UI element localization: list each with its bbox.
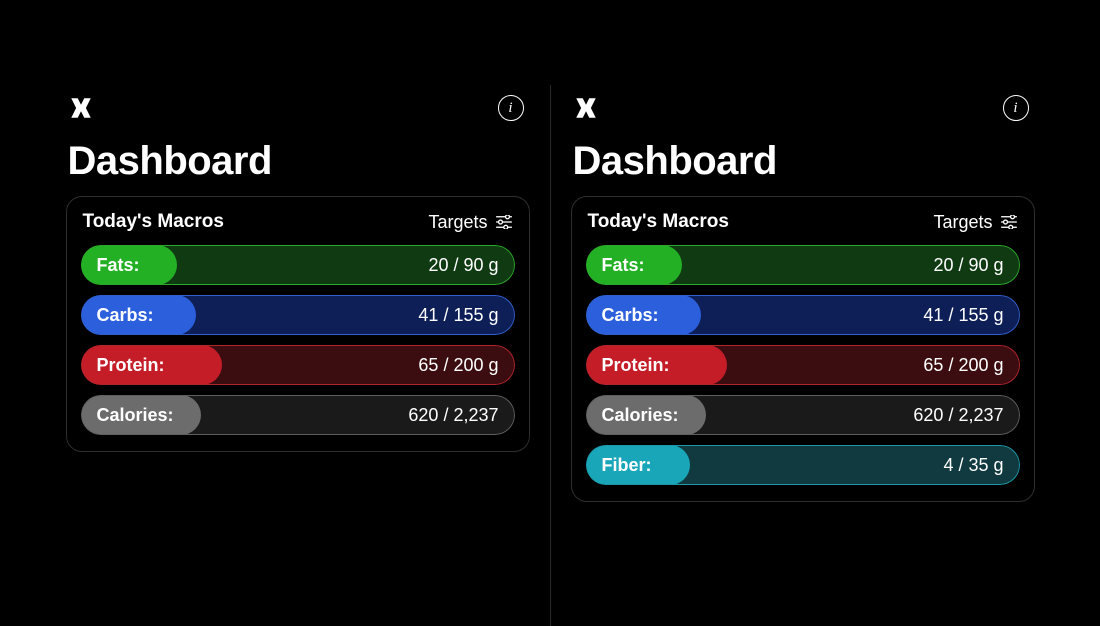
macro-label: Carbs: [602, 305, 659, 326]
macro-label: Fats: [97, 255, 140, 276]
macro-row-protein[interactable]: Protein: 65 / 200 g [586, 345, 1020, 385]
macro-label: Fiber: [602, 455, 652, 476]
macro-label: Carbs: [97, 305, 154, 326]
dashboard-panel-with-fiber: i Dashboard Today's Macros Targets Fa [563, 95, 1043, 502]
macro-value: 620 / 2,237 [913, 405, 1003, 426]
macro-row-fats[interactable]: Fats: 20 / 90 g [81, 245, 515, 285]
macro-label: Calories: [602, 405, 679, 426]
targets-button[interactable]: Targets [428, 212, 512, 233]
macro-value: 20 / 90 g [933, 255, 1003, 276]
targets-button[interactable]: Targets [933, 212, 1017, 233]
macros-card: Today's Macros Targets Fats: 20 / 90 g [66, 196, 530, 452]
info-icon: i [508, 101, 512, 116]
macro-value: 620 / 2,237 [408, 405, 498, 426]
card-header: Today's Macros Targets [586, 211, 1020, 233]
dashboard-panel-basic: i Dashboard Today's Macros Targets Fa [58, 95, 538, 452]
macro-row-fiber[interactable]: Fiber: 4 / 35 g [586, 445, 1020, 485]
macro-value: 4 / 35 g [943, 455, 1003, 476]
card-title: Today's Macros [588, 211, 729, 233]
logo-icon [573, 95, 599, 121]
info-button[interactable]: i [1003, 95, 1029, 121]
macro-value: 65 / 200 g [418, 355, 498, 376]
macro-row-carbs[interactable]: Carbs: 41 / 155 g [81, 295, 515, 335]
macros-card: Today's Macros Targets Fats: 20 / 90 g [571, 196, 1035, 502]
app-logo [573, 95, 599, 121]
targets-label: Targets [428, 212, 487, 233]
card-title: Today's Macros [83, 211, 224, 233]
card-header: Today's Macros Targets [81, 211, 515, 233]
macro-row-fats[interactable]: Fats: 20 / 90 g [586, 245, 1020, 285]
macro-label: Protein: [97, 355, 165, 376]
info-icon: i [1013, 101, 1017, 116]
macro-row-carbs[interactable]: Carbs: 41 / 155 g [586, 295, 1020, 335]
app-logo [68, 95, 94, 121]
logo-icon [68, 95, 94, 121]
topbar: i [58, 95, 538, 121]
info-button[interactable]: i [498, 95, 524, 121]
topbar: i [563, 95, 1043, 121]
macro-row-calories[interactable]: Calories: 620 / 2,237 [586, 395, 1020, 435]
macro-value: 20 / 90 g [428, 255, 498, 276]
macro-label: Protein: [602, 355, 670, 376]
page-title: Dashboard [563, 121, 1043, 196]
targets-label: Targets [933, 212, 992, 233]
page-title: Dashboard [58, 121, 538, 196]
sliders-icon [495, 215, 513, 229]
macro-value: 41 / 155 g [923, 305, 1003, 326]
panel-divider [550, 85, 551, 626]
sliders-icon [1000, 215, 1018, 229]
macro-label: Fats: [602, 255, 645, 276]
macro-row-calories[interactable]: Calories: 620 / 2,237 [81, 395, 515, 435]
macro-label: Calories: [97, 405, 174, 426]
macro-row-protein[interactable]: Protein: 65 / 200 g [81, 345, 515, 385]
macro-value: 65 / 200 g [923, 355, 1003, 376]
macro-value: 41 / 155 g [418, 305, 498, 326]
